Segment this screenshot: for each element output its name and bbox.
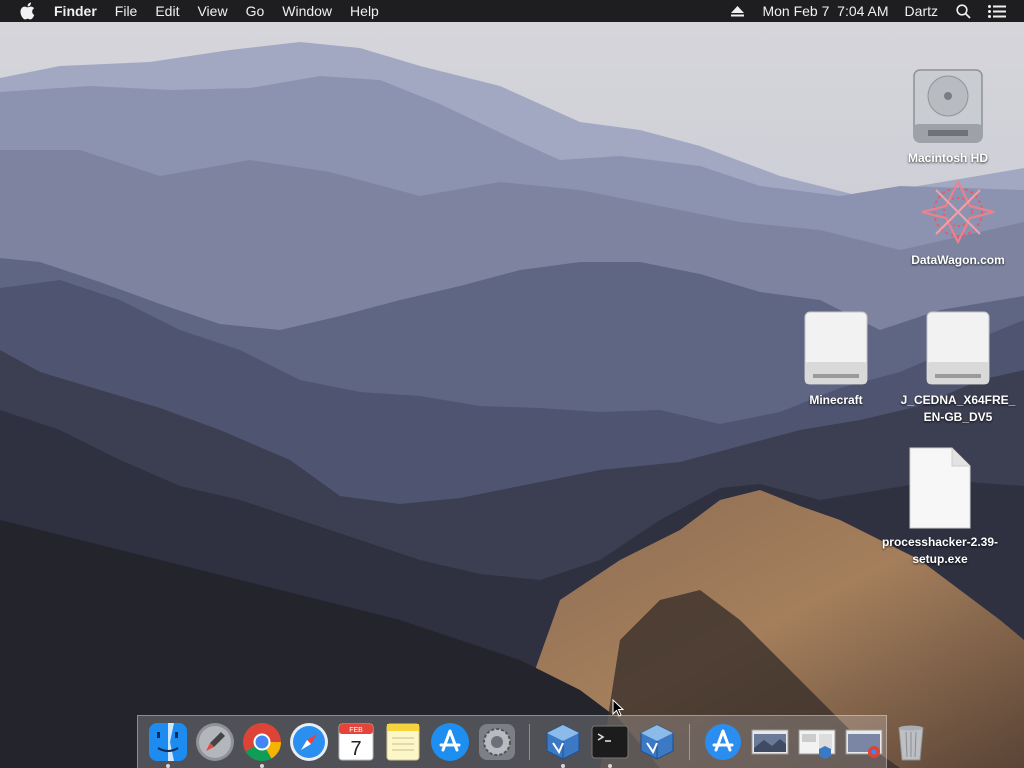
dock-item-applications[interactable] (703, 722, 743, 762)
mouse-cursor-icon (612, 699, 624, 717)
desktop-icon-processhacker[interactable]: processhacker-2.39-setup.exe (880, 446, 1000, 568)
applications-folder-icon (704, 724, 741, 760)
running-indicator (607, 764, 612, 768)
desktop-icon-label: DataWagon.com (911, 253, 1005, 267)
dock-item-finder[interactable] (148, 722, 188, 768)
menu-bar: Finder File Edit View Go Window Help Mon… (0, 0, 1024, 22)
desktop-icon-label: J_CEDNA_X64FRE_EN-GB_DV5 (900, 393, 1016, 424)
chrome-icon (242, 723, 281, 762)
running-indicator (560, 764, 565, 768)
hard-drive-icon (913, 69, 983, 143)
virtualbox-icon (640, 724, 673, 760)
calendar-day: 7 (350, 738, 361, 760)
desktop-icon-label: processhacker-2.39-setup.exe (881, 535, 999, 566)
finder-icon (148, 723, 187, 761)
datawagon-logo-icon (921, 179, 995, 245)
app-store-icon (430, 723, 469, 761)
document-icon (909, 447, 971, 529)
desktop-icon-minecraft[interactable]: Minecraft (776, 308, 896, 409)
dock-item-virtualbox-vm[interactable] (637, 722, 677, 762)
apple-icon[interactable] (19, 2, 37, 20)
menu-view[interactable]: View (188, 0, 236, 22)
eject-icon[interactable] (726, 0, 748, 22)
dock-item-safari[interactable] (289, 722, 329, 762)
calendar-icon: FEB 7 (338, 723, 373, 761)
calendar-month: FEB (349, 727, 363, 734)
menu-user[interactable]: Dartz (897, 0, 946, 22)
window-thumbnail-icon (751, 729, 788, 755)
external-drive-icon (926, 311, 990, 385)
dock-item-trash[interactable] (891, 722, 931, 762)
trash-icon (897, 725, 924, 761)
menu-window[interactable]: Window (273, 0, 341, 22)
dock-item-minimized-window-1[interactable] (750, 722, 790, 762)
desktop-icon-datawagon[interactable]: DataWagon.com (898, 176, 1018, 269)
dock-item-minimized-window-3[interactable] (844, 722, 884, 762)
dock-item-notes[interactable] (383, 722, 423, 762)
menu-go[interactable]: Go (237, 0, 274, 22)
menu-help[interactable]: Help (341, 0, 388, 22)
safari-icon (289, 723, 328, 761)
menu-clock[interactable]: Mon Feb 7 7:04 AM (754, 0, 896, 22)
dock-item-chrome[interactable] (242, 722, 282, 768)
menu-file[interactable]: File (106, 0, 147, 22)
dock-item-calendar[interactable]: FEB 7 (336, 722, 376, 762)
dock-item-app-store[interactable] (430, 722, 470, 762)
running-indicator (165, 764, 170, 768)
dock-item-launchpad[interactable] (195, 722, 235, 762)
system-preferences-icon (478, 724, 515, 760)
dock-item-virtualbox[interactable] (543, 722, 583, 768)
window-thumbnail-icon (798, 729, 835, 759)
running-indicator (259, 764, 264, 768)
desktop-icon-label: Macintosh HD (907, 151, 988, 165)
desktop-icon-j-cedna[interactable]: J_CEDNA_X64FRE_EN-GB_DV5 (898, 308, 1018, 426)
dock-item-minimized-window-2[interactable] (797, 722, 837, 762)
desktop-icon-macintosh-hd[interactable]: Macintosh HD (888, 66, 1008, 167)
desktop[interactable]: Finder File Edit View Go Window Help Mon… (0, 0, 1024, 768)
desktop-icon-label: Minecraft (809, 393, 863, 407)
terminal-icon (591, 725, 628, 759)
launchpad-icon (195, 723, 234, 761)
dock-item-terminal[interactable] (590, 722, 630, 768)
notes-icon (386, 723, 419, 761)
menu-edit[interactable]: Edit (146, 0, 188, 22)
notification-center-icon[interactable] (986, 0, 1008, 22)
spotlight-search-icon[interactable] (952, 0, 974, 22)
window-thumbnail-icon (845, 729, 882, 758)
external-drive-icon (804, 311, 868, 385)
dock-separator (689, 724, 690, 760)
menu-app-finder[interactable]: Finder (54, 0, 106, 22)
dock-item-system-preferences[interactable] (477, 722, 517, 762)
dock: FEB 7 (137, 715, 924, 768)
dock-separator (529, 724, 530, 760)
virtualbox-icon (546, 724, 579, 760)
